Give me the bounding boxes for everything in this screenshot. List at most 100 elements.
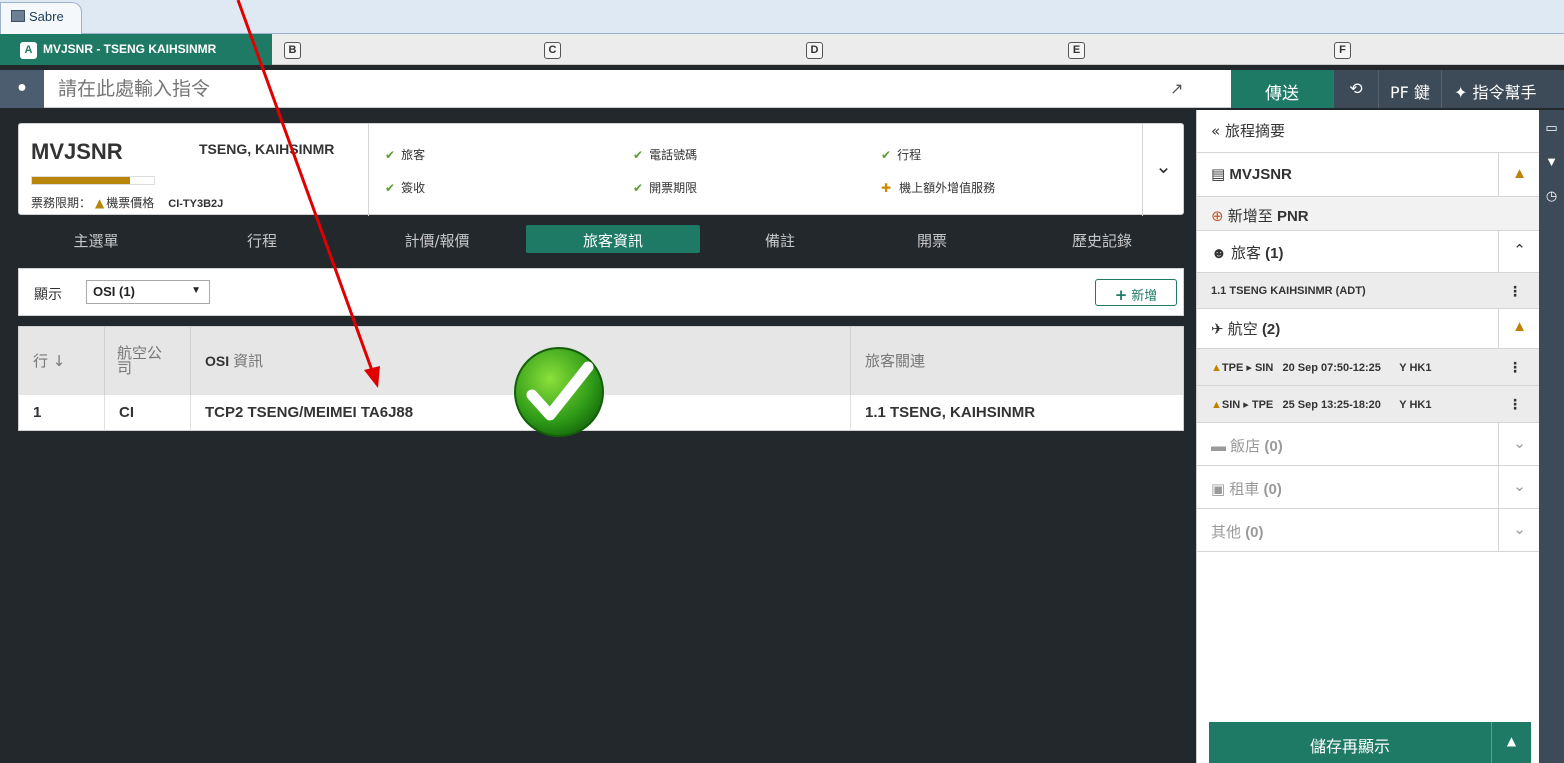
session-tab-e[interactable]: E [1068,34,1091,65]
command-helper-button[interactable]: ✦ 指令幫手 [1441,70,1564,108]
command-input[interactable] [58,70,1158,108]
warning-icon: ▲ [1211,399,1222,411]
check-label: 電話號碼 [649,148,698,162]
other-count: (0) [1245,524,1264,541]
chevron-down-icon[interactable]: ⌄ [1498,423,1540,465]
kebab-menu-icon[interactable]: ⋮ [1508,283,1522,300]
passenger-name: TSENG, KAIHSINMR [199,141,335,157]
tab-itinerary[interactable]: 行程 [202,225,322,253]
passengers-section[interactable]: ☻ 旅客 (1) ⌃ [1197,231,1540,273]
hotel-count: (0) [1264,438,1283,455]
segment-status: Y HK1 [1399,362,1432,374]
fare-warning[interactable]: 機票價格 [106,196,154,210]
ticketing-label: 票務限期： [31,196,92,210]
session-tab-a[interactable]: A MVJSNR - TSENG KAIHSINMR [0,34,272,65]
summary-header[interactable]: « 旅程摘要 [1197,110,1540,153]
app-tab[interactable]: Sabre [0,2,82,34]
double-chevron-left-icon: « [1211,122,1221,140]
nav-tabs: 主選單 行程 計價/報價 旅客資訊 備註 開票 歷史記錄 [18,221,1184,257]
segment-from: SIN [1221,399,1241,411]
other-content: 其他 (0) [1211,521,1264,542]
session-letter: D [806,42,823,59]
car-content: ▣ 租車 (0) [1211,478,1282,499]
warning-icon: ▲ [95,196,105,210]
caret-up-icon[interactable]: ▲ [1491,722,1531,763]
add-button[interactable]: + 新增 [1095,279,1177,306]
summary-label: 旅程摘要 [1224,122,1285,140]
car-count: (0) [1263,481,1282,498]
chevron-up-icon[interactable]: ⌃ [1498,231,1540,272]
itinerary-sidebar: « 旅程摘要 ▤ MVJSNR ▲ ⊕ 新增至 PNR ☻ 旅客 (1) ⌃ 1… [1196,110,1540,763]
tab-passenger-info[interactable]: 旅客資訊 [526,225,700,253]
chevron-down-icon[interactable]: ⌄ [1142,124,1184,216]
session-letter: A [20,42,37,59]
external-link-icon[interactable]: ↗ [1170,79,1183,99]
tab-pricing[interactable]: 計價/報價 [372,225,502,253]
checkmark-icon: ✔ [633,148,644,162]
warning-icon: ▲ [1498,309,1540,348]
check-phone[interactable]: ✔ 電話號碼 [633,146,697,163]
add-to-pnr-suffix: PNR [1276,208,1309,225]
check-passengers[interactable]: ✔ 旅客 [385,146,425,163]
session-tab-label: MVJSNR - TSENG KAIHSINMR [43,42,217,56]
hotel-section[interactable]: ▬ 飯店 (0) ⌄ [1197,423,1540,466]
header-line[interactable]: 行 ↓ [18,326,105,395]
segment-row[interactable]: ▲TPE ▸ SIN 20 Sep 07:50-12:25 Y HK1 ⋮ [1197,349,1540,386]
hotel-label: 飯店 [1230,437,1261,455]
other-section[interactable]: 其他 (0) ⌄ [1197,509,1540,552]
header-passenger-link: 旅客關連 [850,326,1184,395]
show-label: 顯示 [34,287,62,303]
tab-history[interactable]: 歷史記錄 [1032,225,1172,253]
command-helper-label: 指令幫手 [1472,83,1537,102]
sort-down-icon: ↓ [52,352,66,371]
send-button[interactable]: 傳送 [1231,70,1333,108]
pf-keys-button[interactable]: PF 鍵 [1378,70,1441,108]
chevron-down-icon[interactable]: ⌄ [1498,509,1540,551]
users-icon: ☻ [1211,245,1227,262]
air-content: ✈ 航空 (2) [1211,318,1280,339]
user-icon[interactable]: ● [0,70,44,108]
segment-1: ▲TPE ▸ SIN 20 Sep 07:50-12:25 Y HK1 [1211,362,1432,374]
car-section[interactable]: ▣ 租車 (0) ⌄ [1197,466,1540,509]
air-section[interactable]: ✈ 航空 (2) ▲ [1197,309,1540,349]
kebab-menu-icon[interactable]: ⋮ [1508,359,1522,376]
add-to-pnr-row[interactable]: ⊕ 新增至 PNR [1197,197,1540,231]
side-tool-strip: ▭ ▼ ◷ [1539,110,1564,763]
check-label: 開票期限 [649,181,698,195]
air-count: (2) [1261,321,1281,338]
session-letter: E [1068,42,1085,59]
passengers-count: (1) [1265,245,1284,262]
pnr-row[interactable]: ▤ MVJSNR ▲ [1197,153,1540,197]
copy-icon[interactable]: ▭ [1539,110,1564,144]
save-redisplay-button[interactable]: 儲存再顯示 ▲ [1209,722,1531,763]
completion-progress [31,176,155,185]
plus-circle-icon: ⊕ [1211,208,1224,225]
chevron-down-icon[interactable]: ⌄ [1498,466,1540,508]
tab-main-menu[interactable]: 主選單 [36,225,156,253]
session-tab-b[interactable]: B [284,34,307,65]
segment-to: SIN [1254,362,1274,374]
add-ancillary-services[interactable]: ✚ 機上額外增值服務 [881,179,995,196]
header-airline: 航空公司 [104,326,191,395]
check-itinerary[interactable]: ✔ 行程 [881,146,921,163]
ticketing-row: 票務限期： ▲ 機票價格 CI-TY3B2J [31,194,223,211]
pin-icon[interactable]: ▼ [1539,144,1564,178]
tab-remarks[interactable]: 備註 [720,225,840,253]
session-tab-f[interactable]: F [1334,34,1357,65]
summary-row: « 旅程摘要 [1211,120,1285,141]
session-tab-d[interactable]: D [806,34,829,65]
segment-from: TPE [1221,362,1244,374]
passenger-item[interactable]: 1.1 TSENG KAIHSINMR (ADT) ⋮ [1197,273,1540,309]
passenger-item-label: 1.1 TSENG KAIHSINMR (ADT) [1211,285,1366,297]
check-received[interactable]: ✔ 簽收 [385,179,425,196]
segment-row[interactable]: ▲SIN ▸ TPE 25 Sep 13:25-18:20 Y HK1 ⋮ [1197,386,1540,423]
osi-filter-select[interactable]: OSI (1) ▼ [86,280,210,304]
app-title: Sabre [29,9,64,24]
session-tab-c[interactable]: C [544,34,567,65]
clock-icon[interactable]: ◷ [1539,178,1564,212]
check-ticketing-deadline[interactable]: ✔ 開票期限 [633,179,697,196]
history-icon[interactable]: ⟲ [1333,70,1378,108]
tab-ticketing[interactable]: 開票 [872,225,992,253]
kebab-menu-icon[interactable]: ⋮ [1508,396,1522,413]
warning-icon: ▲ [1498,153,1540,196]
